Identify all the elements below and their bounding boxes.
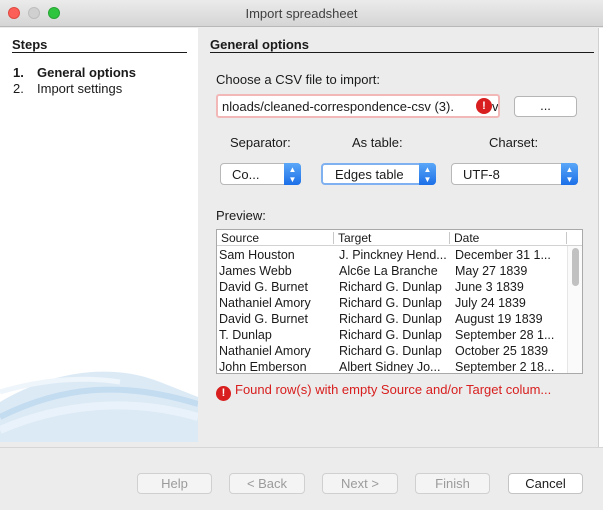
window-title: Import spreadsheet: [245, 6, 358, 21]
csv-file-label: Choose a CSV file to import:: [216, 72, 381, 87]
table-row: T. Dunlap Richard G. Dunlap September 28…: [217, 328, 567, 344]
validation-error-message: ! Found row(s) with empty Source and/or T…: [216, 382, 551, 401]
source-cell: David G. Burnet: [219, 280, 308, 294]
error-icon: !: [216, 386, 231, 401]
error-icon: !: [476, 98, 492, 114]
table-row: David G. Burnet Richard G. Dunlap June 3…: [217, 280, 567, 296]
file-path-text: nloads/cleaned-correspondence-csv (3).: [222, 99, 454, 114]
column-header-date[interactable]: Date: [454, 231, 479, 245]
charset-value: UTF-8: [463, 167, 500, 182]
step-label: General options: [37, 65, 136, 80]
date-cell: December 31 1...: [455, 248, 551, 262]
separator-value: Co...: [232, 167, 260, 182]
help-button[interactable]: Help: [137, 473, 212, 494]
date-cell: August 19 1839: [455, 312, 543, 326]
chevron-up-down-icon: ▲ ▼: [561, 163, 578, 185]
csv-file-path-input[interactable]: nloads/cleaned-correspondence-csv (3). !…: [216, 94, 500, 118]
preview-table[interactable]: Source Target Date Sam Houston J. Pinckn…: [216, 229, 583, 374]
target-cell: Richard G. Dunlap: [339, 328, 442, 342]
steps-panel: Steps 1. General options 2. Import setting…: [0, 28, 198, 442]
step-import-settings: 2. Import settings: [13, 81, 122, 96]
date-cell: October 25 1839: [455, 344, 549, 358]
finish-button[interactable]: Finish: [415, 473, 490, 494]
preview-scrollbar[interactable]: [567, 246, 582, 373]
date-cell: September 28 1...: [455, 328, 555, 342]
section-heading: General options: [210, 37, 309, 52]
import-dialog: Import spreadsheet Steps 1. General optio…: [0, 0, 603, 510]
column-divider: [449, 232, 450, 244]
table-row: Sam Houston J. Pinckney Hend... December…: [217, 248, 567, 264]
source-cell: David G. Burnet: [219, 312, 308, 326]
table-row: John Emberson Albert Sidney Jo... Septem…: [217, 360, 567, 374]
charset-select[interactable]: UTF-8 ▲ ▼: [451, 163, 578, 185]
table-row: David G. Burnet Richard G. Dunlap August…: [217, 312, 567, 328]
steps-heading: Steps: [12, 37, 48, 52]
target-cell: Richard G. Dunlap: [339, 344, 442, 358]
next-button[interactable]: Next >: [322, 473, 398, 494]
target-cell: Richard G. Dunlap: [339, 312, 442, 326]
target-cell: Richard G. Dunlap: [339, 280, 442, 294]
target-cell: Alc6e La Branche: [339, 264, 438, 278]
source-cell: James Webb: [219, 264, 292, 278]
section-divider: [210, 52, 594, 53]
scrollbar-thumb[interactable]: [572, 248, 579, 286]
charset-label: Charset:: [489, 135, 539, 150]
as-table-select[interactable]: Edges table ▲ ▼: [321, 163, 436, 185]
preview-label: Preview:: [216, 208, 266, 223]
table-row: Nathaniel Amory Richard G. Dunlap Octobe…: [217, 344, 567, 360]
steps-divider: [12, 52, 187, 53]
back-button[interactable]: < Back: [229, 473, 305, 494]
step-label: Import settings: [37, 81, 123, 96]
target-cell: J. Pinckney Hend...: [339, 248, 447, 262]
separator-select[interactable]: Co... ▲ ▼: [220, 163, 301, 185]
footer-divider: [0, 447, 603, 448]
as-table-value: Edges table: [335, 167, 404, 182]
date-cell: May 27 1839: [455, 264, 528, 278]
target-cell: Albert Sidney Jo...: [339, 360, 441, 374]
error-text: Found row(s) with empty Source and/or Ta…: [235, 382, 552, 397]
browse-button[interactable]: ...: [514, 96, 577, 117]
step-general-options: 1. General options: [13, 65, 136, 80]
column-header-source[interactable]: Source: [221, 231, 259, 245]
column-divider: [333, 232, 334, 244]
date-cell: September 2 18...: [455, 360, 555, 374]
source-cell: T. Dunlap: [219, 328, 272, 342]
source-cell: Nathaniel Amory: [219, 344, 311, 358]
chevron-up-down-icon: ▲ ▼: [419, 163, 436, 185]
decorative-wave-graphic: [0, 371, 198, 442]
as-table-label: As table:: [352, 135, 403, 150]
cancel-button[interactable]: Cancel: [508, 473, 583, 494]
column-header-target[interactable]: Target: [338, 231, 371, 245]
date-cell: June 3 1839: [455, 280, 524, 294]
date-cell: July 24 1839: [455, 296, 526, 310]
step-number: 1.: [13, 65, 24, 80]
table-row: Nathaniel Amory Richard G. Dunlap July 2…: [217, 296, 567, 312]
file-path-tail: v: [492, 99, 499, 114]
title-bar: Import spreadsheet: [0, 0, 603, 27]
column-divider: [566, 232, 567, 244]
preview-header-row: Source Target Date: [217, 230, 582, 246]
window-right-edge: [598, 28, 603, 448]
source-cell: Sam Houston: [219, 248, 295, 262]
separator-label: Separator:: [230, 135, 291, 150]
target-cell: Richard G. Dunlap: [339, 296, 442, 310]
step-number: 2.: [13, 81, 24, 96]
table-row: James Webb Alc6e La Branche May 27 1839: [217, 264, 567, 280]
source-cell: Nathaniel Amory: [219, 296, 311, 310]
source-cell: John Emberson: [219, 360, 307, 374]
chevron-up-down-icon: ▲ ▼: [284, 163, 301, 185]
